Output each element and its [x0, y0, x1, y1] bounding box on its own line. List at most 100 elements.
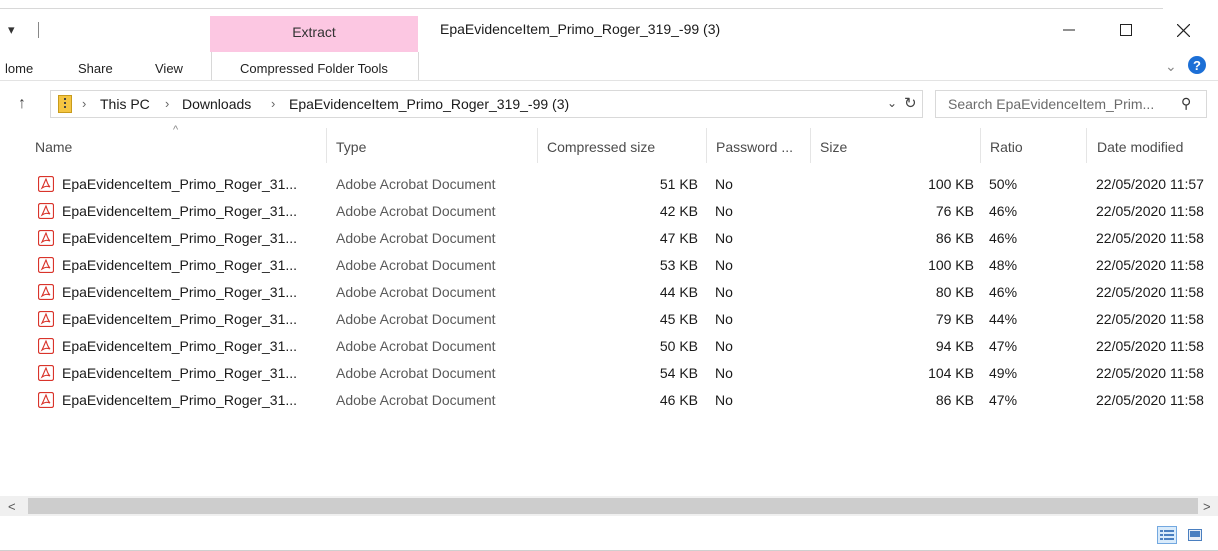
details-view-button[interactable] — [1157, 526, 1177, 544]
breadcrumb-this-pc[interactable]: This PC — [100, 96, 150, 112]
file-size: 86 KB — [935, 230, 974, 246]
compressed-size: 45 KB — [659, 311, 698, 327]
date-modified: 22/05/2020 11:58 — [1096, 392, 1204, 408]
ribbon-divider — [0, 80, 1218, 81]
compressed-size: 54 KB — [659, 365, 698, 381]
column-header-password[interactable]: Password ... — [716, 139, 793, 155]
pdf-file-icon — [38, 365, 54, 381]
date-modified: 22/05/2020 11:58 — [1096, 284, 1204, 300]
compressed-size: 44 KB — [659, 284, 698, 300]
password-status: No — [715, 365, 733, 381]
column-divider[interactable] — [537, 128, 538, 163]
column-header-name[interactable]: Name — [35, 139, 72, 155]
table-row[interactable]: EpaEvidenceItem_Primo_Roger_31... Adobe A… — [30, 171, 1218, 198]
file-name: EpaEvidenceItem_Primo_Roger_31... — [62, 284, 298, 300]
compression-ratio: 50% — [989, 176, 1018, 192]
address-dropdown-chevron-icon[interactable]: ⌄ — [887, 96, 897, 110]
breadcrumb-separator-icon[interactable]: › — [165, 96, 169, 111]
password-status: No — [715, 338, 733, 354]
table-row[interactable]: EpaEvidenceItem_Primo_Roger_31... Adobe A… — [30, 225, 1218, 252]
pdf-file-icon — [38, 176, 54, 192]
search-icon[interactable]: ⚲ — [1181, 95, 1191, 112]
scrollbar-thumb[interactable] — [28, 498, 1198, 514]
quick-access-divider — [38, 22, 39, 38]
pdf-file-icon — [38, 284, 54, 300]
extract-tab[interactable]: Extract — [210, 24, 418, 40]
table-row[interactable]: EpaEvidenceItem_Primo_Roger_31... Adobe A… — [30, 387, 1218, 414]
up-arrow-icon[interactable]: ↑ — [18, 95, 26, 113]
tab-view[interactable]: View — [155, 61, 183, 76]
table-row[interactable]: EpaEvidenceItem_Primo_Roger_31... Adobe A… — [30, 198, 1218, 225]
file-type: Adobe Acrobat Document — [336, 284, 496, 300]
search-placeholder: Search EpaEvidenceItem_Prim... — [948, 96, 1155, 112]
scroll-right-arrow-icon[interactable]: > — [1203, 499, 1211, 514]
column-divider[interactable] — [706, 128, 707, 163]
minimize-button[interactable] — [1046, 14, 1092, 46]
window-title: EpaEvidenceItem_Primo_Roger_319_-99 (3) — [440, 21, 721, 37]
column-divider[interactable] — [980, 128, 981, 163]
breadcrumb-current-folder[interactable]: EpaEvidenceItem_Primo_Roger_319_-99 (3) — [289, 96, 569, 112]
column-header-compressed-size[interactable]: Compressed size — [547, 139, 655, 155]
pdf-file-icon — [38, 203, 54, 219]
compression-ratio: 46% — [989, 284, 1018, 300]
password-status: No — [715, 284, 733, 300]
file-name: EpaEvidenceItem_Primo_Roger_31... — [62, 257, 298, 273]
compression-ratio: 44% — [989, 311, 1018, 327]
maximize-button[interactable] — [1103, 14, 1149, 46]
minimize-icon — [1063, 29, 1075, 31]
table-row[interactable]: EpaEvidenceItem_Primo_Roger_31... Adobe A… — [30, 279, 1218, 306]
table-row[interactable]: EpaEvidenceItem_Primo_Roger_31... Adobe A… — [30, 306, 1218, 333]
scroll-left-arrow-icon[interactable]: < — [8, 499, 16, 514]
breadcrumb-downloads[interactable]: Downloads — [182, 96, 251, 112]
breadcrumb-separator-icon[interactable]: › — [271, 96, 275, 111]
file-size: 80 KB — [935, 284, 974, 300]
table-row[interactable]: EpaEvidenceItem_Primo_Roger_31... Adobe A… — [30, 333, 1218, 360]
column-header-date-modified[interactable]: Date modified — [1097, 139, 1183, 155]
tab-share[interactable]: Share — [78, 61, 113, 76]
quick-access-dropdown[interactable]: ▾ — [8, 22, 15, 38]
compression-ratio: 47% — [989, 392, 1018, 408]
file-size: 100 KB — [928, 257, 974, 273]
large-icons-view-icon — [1188, 529, 1202, 541]
compressed-size: 50 KB — [659, 338, 698, 354]
date-modified: 22/05/2020 11:58 — [1096, 365, 1204, 381]
ribbon-expand-chevron-icon[interactable]: ⌄ — [1165, 58, 1177, 75]
compressed-size: 46 KB — [659, 392, 698, 408]
file-type: Adobe Acrobat Document — [336, 311, 496, 327]
file-size: 76 KB — [935, 203, 974, 219]
top-strip — [0, 0, 1218, 10]
file-type: Adobe Acrobat Document — [336, 257, 496, 273]
password-status: No — [715, 176, 733, 192]
file-size: 104 KB — [928, 365, 974, 381]
compressed-size: 47 KB — [659, 230, 698, 246]
breadcrumb-separator-icon[interactable]: › — [82, 96, 86, 111]
refresh-icon[interactable]: ↻ — [904, 94, 917, 112]
column-divider[interactable] — [810, 128, 811, 163]
close-button[interactable] — [1160, 14, 1206, 46]
date-modified: 22/05/2020 11:58 — [1096, 203, 1204, 219]
password-status: No — [715, 257, 733, 273]
table-row[interactable]: EpaEvidenceItem_Primo_Roger_31... Adobe A… — [30, 252, 1218, 279]
column-header-ratio[interactable]: Ratio — [990, 139, 1023, 155]
compressed-size: 42 KB — [659, 203, 698, 219]
column-divider[interactable] — [326, 128, 327, 163]
column-divider[interactable] — [1086, 128, 1087, 163]
table-row[interactable]: EpaEvidenceItem_Primo_Roger_31... Adobe A… — [30, 360, 1218, 387]
file-name: EpaEvidenceItem_Primo_Roger_31... — [62, 230, 298, 246]
help-icon[interactable]: ? — [1188, 56, 1206, 74]
file-type: Adobe Acrobat Document — [336, 338, 496, 354]
compression-ratio: 47% — [989, 338, 1018, 354]
maximize-icon — [1120, 24, 1132, 36]
large-icons-view-button[interactable] — [1185, 526, 1205, 544]
password-status: No — [715, 230, 733, 246]
file-type: Adobe Acrobat Document — [336, 392, 496, 408]
file-size: 79 KB — [935, 311, 974, 327]
column-header-size[interactable]: Size — [820, 139, 847, 155]
column-header-type[interactable]: Type — [336, 139, 366, 155]
file-name: EpaEvidenceItem_Primo_Roger_31... — [62, 338, 298, 354]
pdf-file-icon — [38, 338, 54, 354]
tab-home[interactable]: lome — [5, 61, 33, 76]
pdf-file-icon — [38, 257, 54, 273]
tab-compressed-folder-tools[interactable]: Compressed Folder Tools — [211, 61, 417, 76]
compression-ratio: 48% — [989, 257, 1018, 273]
